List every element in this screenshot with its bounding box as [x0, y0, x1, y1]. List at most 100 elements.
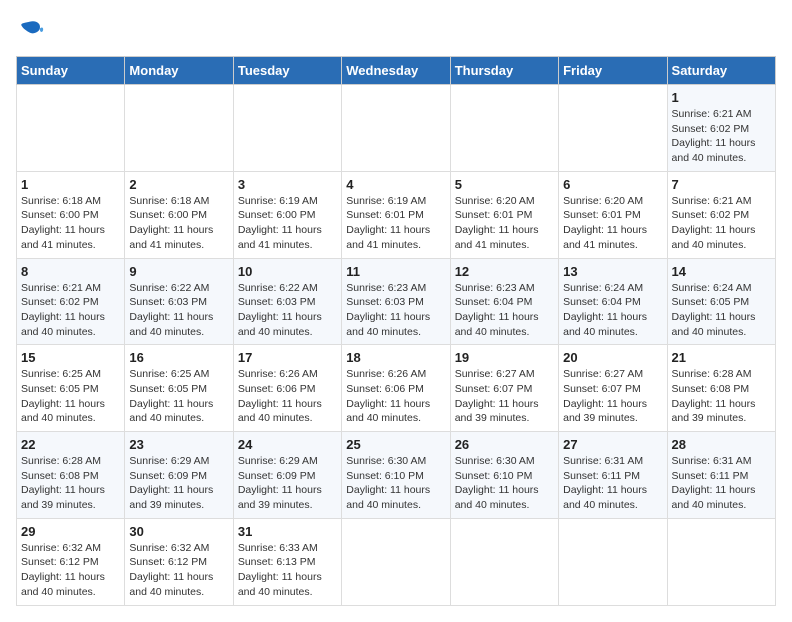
calendar-cell	[559, 85, 667, 172]
calendar-week-4: 15 Sunrise: 6:25 AM Sunset: 6:05 PM Dayl…	[17, 345, 776, 432]
day-number: 8	[21, 264, 120, 279]
calendar-cell: 13 Sunrise: 6:24 AM Sunset: 6:04 PM Dayl…	[559, 258, 667, 345]
day-number: 7	[672, 177, 771, 192]
day-number: 1	[672, 90, 771, 105]
calendar-cell: 25 Sunrise: 6:30 AM Sunset: 6:10 PM Dayl…	[342, 432, 450, 519]
day-number: 5	[455, 177, 554, 192]
calendar-cell: 21 Sunrise: 6:28 AM Sunset: 6:08 PM Dayl…	[667, 345, 775, 432]
day-info: Sunrise: 6:20 AM Sunset: 6:01 PM Dayligh…	[563, 194, 662, 253]
day-number: 18	[346, 350, 445, 365]
day-info: Sunrise: 6:27 AM Sunset: 6:07 PM Dayligh…	[563, 367, 662, 426]
weekday-header-wednesday: Wednesday	[342, 57, 450, 85]
logo-bird-icon	[16, 16, 44, 44]
day-number: 19	[455, 350, 554, 365]
calendar-cell: 19 Sunrise: 6:27 AM Sunset: 6:07 PM Dayl…	[450, 345, 558, 432]
calendar-cell	[667, 518, 775, 605]
day-info: Sunrise: 6:26 AM Sunset: 6:06 PM Dayligh…	[346, 367, 445, 426]
day-number: 29	[21, 524, 120, 539]
day-number: 17	[238, 350, 337, 365]
day-info: Sunrise: 6:22 AM Sunset: 6:03 PM Dayligh…	[129, 281, 228, 340]
day-number: 13	[563, 264, 662, 279]
calendar-cell: 1 Sunrise: 6:18 AM Sunset: 6:00 PM Dayli…	[17, 171, 125, 258]
calendar-cell: 23 Sunrise: 6:29 AM Sunset: 6:09 PM Dayl…	[125, 432, 233, 519]
day-info: Sunrise: 6:25 AM Sunset: 6:05 PM Dayligh…	[129, 367, 228, 426]
day-info: Sunrise: 6:25 AM Sunset: 6:05 PM Dayligh…	[21, 367, 120, 426]
day-number: 25	[346, 437, 445, 452]
day-number: 1	[21, 177, 120, 192]
day-number: 27	[563, 437, 662, 452]
day-number: 12	[455, 264, 554, 279]
day-info: Sunrise: 6:32 AM Sunset: 6:12 PM Dayligh…	[21, 541, 120, 600]
day-info: Sunrise: 6:24 AM Sunset: 6:05 PM Dayligh…	[672, 281, 771, 340]
calendar-table: SundayMondayTuesdayWednesdayThursdayFrid…	[16, 56, 776, 606]
day-info: Sunrise: 6:33 AM Sunset: 6:13 PM Dayligh…	[238, 541, 337, 600]
calendar-cell: 4 Sunrise: 6:19 AM Sunset: 6:01 PM Dayli…	[342, 171, 450, 258]
calendar-cell: 12 Sunrise: 6:23 AM Sunset: 6:04 PM Dayl…	[450, 258, 558, 345]
day-number: 31	[238, 524, 337, 539]
day-number: 2	[129, 177, 228, 192]
day-info: Sunrise: 6:18 AM Sunset: 6:00 PM Dayligh…	[21, 194, 120, 253]
calendar-cell: 27 Sunrise: 6:31 AM Sunset: 6:11 PM Dayl…	[559, 432, 667, 519]
day-info: Sunrise: 6:29 AM Sunset: 6:09 PM Dayligh…	[129, 454, 228, 513]
calendar-cell: 5 Sunrise: 6:20 AM Sunset: 6:01 PM Dayli…	[450, 171, 558, 258]
calendar-cell: 3 Sunrise: 6:19 AM Sunset: 6:00 PM Dayli…	[233, 171, 341, 258]
weekday-header-thursday: Thursday	[450, 57, 558, 85]
day-number: 26	[455, 437, 554, 452]
day-info: Sunrise: 6:18 AM Sunset: 6:00 PM Dayligh…	[129, 194, 228, 253]
day-info: Sunrise: 6:26 AM Sunset: 6:06 PM Dayligh…	[238, 367, 337, 426]
calendar-cell	[342, 85, 450, 172]
day-number: 10	[238, 264, 337, 279]
calendar-cell	[559, 518, 667, 605]
page-header	[16, 16, 776, 44]
day-info: Sunrise: 6:32 AM Sunset: 6:12 PM Dayligh…	[129, 541, 228, 600]
calendar-cell: 8 Sunrise: 6:21 AM Sunset: 6:02 PM Dayli…	[17, 258, 125, 345]
calendar-week-6: 29 Sunrise: 6:32 AM Sunset: 6:12 PM Dayl…	[17, 518, 776, 605]
calendar-week-2: 1 Sunrise: 6:18 AM Sunset: 6:00 PM Dayli…	[17, 171, 776, 258]
day-info: Sunrise: 6:27 AM Sunset: 6:07 PM Dayligh…	[455, 367, 554, 426]
calendar-cell: 1 Sunrise: 6:21 AM Sunset: 6:02 PM Dayli…	[667, 85, 775, 172]
day-info: Sunrise: 6:23 AM Sunset: 6:03 PM Dayligh…	[346, 281, 445, 340]
calendar-cell	[125, 85, 233, 172]
calendar-cell: 17 Sunrise: 6:26 AM Sunset: 6:06 PM Dayl…	[233, 345, 341, 432]
day-info: Sunrise: 6:22 AM Sunset: 6:03 PM Dayligh…	[238, 281, 337, 340]
calendar-cell: 29 Sunrise: 6:32 AM Sunset: 6:12 PM Dayl…	[17, 518, 125, 605]
calendar-cell: 30 Sunrise: 6:32 AM Sunset: 6:12 PM Dayl…	[125, 518, 233, 605]
day-number: 28	[672, 437, 771, 452]
weekday-header-saturday: Saturday	[667, 57, 775, 85]
calendar-cell: 26 Sunrise: 6:30 AM Sunset: 6:10 PM Dayl…	[450, 432, 558, 519]
calendar-cell: 22 Sunrise: 6:28 AM Sunset: 6:08 PM Dayl…	[17, 432, 125, 519]
day-info: Sunrise: 6:24 AM Sunset: 6:04 PM Dayligh…	[563, 281, 662, 340]
day-number: 15	[21, 350, 120, 365]
calendar-cell: 18 Sunrise: 6:26 AM Sunset: 6:06 PM Dayl…	[342, 345, 450, 432]
calendar-cell: 15 Sunrise: 6:25 AM Sunset: 6:05 PM Dayl…	[17, 345, 125, 432]
day-info: Sunrise: 6:31 AM Sunset: 6:11 PM Dayligh…	[563, 454, 662, 513]
weekday-header-friday: Friday	[559, 57, 667, 85]
calendar-cell	[233, 85, 341, 172]
calendar-cell: 10 Sunrise: 6:22 AM Sunset: 6:03 PM Dayl…	[233, 258, 341, 345]
calendar-week-5: 22 Sunrise: 6:28 AM Sunset: 6:08 PM Dayl…	[17, 432, 776, 519]
calendar-cell: 2 Sunrise: 6:18 AM Sunset: 6:00 PM Dayli…	[125, 171, 233, 258]
day-number: 20	[563, 350, 662, 365]
day-number: 4	[346, 177, 445, 192]
calendar-cell: 20 Sunrise: 6:27 AM Sunset: 6:07 PM Dayl…	[559, 345, 667, 432]
calendar-cell: 7 Sunrise: 6:21 AM Sunset: 6:02 PM Dayli…	[667, 171, 775, 258]
calendar-cell: 14 Sunrise: 6:24 AM Sunset: 6:05 PM Dayl…	[667, 258, 775, 345]
day-info: Sunrise: 6:20 AM Sunset: 6:01 PM Dayligh…	[455, 194, 554, 253]
day-number: 21	[672, 350, 771, 365]
day-info: Sunrise: 6:21 AM Sunset: 6:02 PM Dayligh…	[21, 281, 120, 340]
logo	[16, 16, 48, 44]
day-info: Sunrise: 6:28 AM Sunset: 6:08 PM Dayligh…	[21, 454, 120, 513]
calendar-week-3: 8 Sunrise: 6:21 AM Sunset: 6:02 PM Dayli…	[17, 258, 776, 345]
calendar-cell: 9 Sunrise: 6:22 AM Sunset: 6:03 PM Dayli…	[125, 258, 233, 345]
calendar-week-1: 1 Sunrise: 6:21 AM Sunset: 6:02 PM Dayli…	[17, 85, 776, 172]
day-info: Sunrise: 6:21 AM Sunset: 6:02 PM Dayligh…	[672, 107, 771, 166]
day-info: Sunrise: 6:29 AM Sunset: 6:09 PM Dayligh…	[238, 454, 337, 513]
calendar-cell	[450, 85, 558, 172]
calendar-cell	[342, 518, 450, 605]
day-info: Sunrise: 6:23 AM Sunset: 6:04 PM Dayligh…	[455, 281, 554, 340]
calendar-header-row: SundayMondayTuesdayWednesdayThursdayFrid…	[17, 57, 776, 85]
day-info: Sunrise: 6:30 AM Sunset: 6:10 PM Dayligh…	[346, 454, 445, 513]
calendar-cell: 31 Sunrise: 6:33 AM Sunset: 6:13 PM Dayl…	[233, 518, 341, 605]
day-info: Sunrise: 6:31 AM Sunset: 6:11 PM Dayligh…	[672, 454, 771, 513]
day-number: 14	[672, 264, 771, 279]
